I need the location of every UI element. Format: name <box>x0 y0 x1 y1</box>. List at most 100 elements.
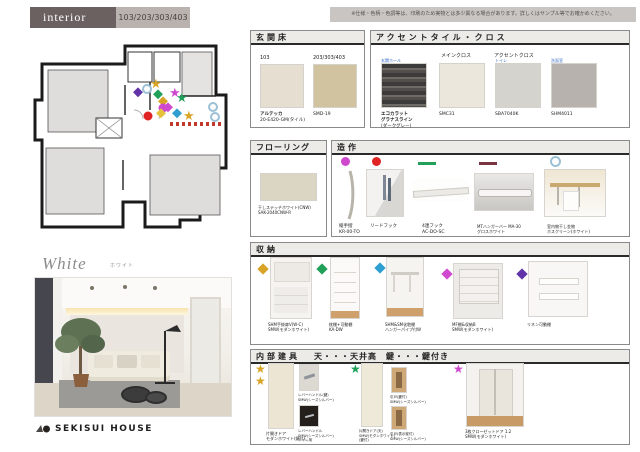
floor-lamp <box>154 325 181 385</box>
doors-item4-b2: SMW(シーズシルバー) <box>390 436 426 441</box>
storage-marker-diamond-green <box>316 263 328 275</box>
storage-item2-name: 枕棚+可動棚 <box>329 322 353 327</box>
section-doors: 内部建具 天・・・天井高 鍵・・・鍵付き ★ ★ 片開きドア モダンホワイト(鍵付… <box>250 349 630 445</box>
photo-door <box>189 297 222 387</box>
interior-spec-sheet: interior 103/203/303/403 ※仕様・色柄・色調等は、印刷の… <box>0 0 640 452</box>
doors-item2-b3: トイレ用 <box>298 438 312 443</box>
marker-star-gold-1: ★ <box>150 77 162 92</box>
zosaku-item3-code: AC-DO-SC <box>422 230 445 236</box>
small-door-image-2 <box>391 406 407 430</box>
doors-item2-a2: SMW(シーズシルバー) <box>298 397 334 402</box>
section-zosaku: 造作 縦手摺 KR-00-TO リードフック 4連フック AC-DO-SC MT… <box>331 140 630 237</box>
doors-marker-star-green: ★ <box>350 362 361 376</box>
closet-doors-image <box>466 363 524 427</box>
accent-cloth-swatch-2 <box>551 63 597 108</box>
marker-circle-red <box>143 111 153 121</box>
section-doors-title: 内部建具 <box>256 352 300 361</box>
zosaku-item1-name: 縦手摺 <box>339 224 353 229</box>
storage-item3-option: ハンガーパイプ付W <box>385 327 421 333</box>
zosaku-item1-code: KR-00-TO <box>339 230 360 236</box>
downlight-3 <box>152 286 157 291</box>
marker-star-green: ★ <box>176 91 188 106</box>
storage-item2-code: KA-DW <box>329 327 343 333</box>
small-door-image-1 <box>391 367 407 393</box>
zosaku-marker-ring-blue <box>550 156 561 167</box>
marker-ring-blue-3 <box>210 112 220 122</box>
zosaku-item2-name: リードフック <box>370 224 397 229</box>
storage-marker-diamond-magenta <box>441 268 453 280</box>
storage-item5-name: リネン可動棚 <box>527 322 551 327</box>
marker-star-gold-2: ★ <box>183 109 195 124</box>
storage-marker-diamond-blue <box>374 262 386 274</box>
section-zosaku-title: 造作 <box>332 141 629 155</box>
room-bedroom-2 <box>45 147 105 215</box>
entrance-item2-code: SMD-19 <box>313 112 331 117</box>
accent-item1-name2: グラナスライン <box>381 118 413 124</box>
unit-numbers: 103/203/303/403 <box>116 7 190 28</box>
grab-bar-image <box>347 170 355 220</box>
accent-item2-category: メインクロス <box>441 53 472 59</box>
doors-item2-a1: レバーハンドル(鍵) <box>298 393 329 397</box>
doors-item3-lock: (鍵付) <box>359 438 369 443</box>
doors-marker-star-gold-2: ★ <box>255 374 266 388</box>
section-storage: 収納 SHM手掛扉V(W-C) SMW(モダンホワイト) 枕棚+可動棚 KA-D… <box>250 242 630 345</box>
section-accent-cloth: アクセントタイル・クロス 玄関ホール メインクロス アクセントクロス トイレ 洗… <box>370 30 630 130</box>
accent-cloth-swatch <box>495 63 541 108</box>
room-bath <box>127 51 153 83</box>
doors-item4-b1: 引戸(表示錠付) <box>390 432 414 436</box>
storage-marker-diamond-gold <box>257 263 269 275</box>
zosaku-marker-line-maroon <box>479 162 497 165</box>
room-living <box>181 51 213 97</box>
section-entrance-floor-title: 玄関床 <box>251 31 364 45</box>
entrance-tile-swatch-1 <box>260 64 304 108</box>
sekisui-logo-text: SEKISUI HOUSE <box>55 423 153 434</box>
plant <box>54 317 105 387</box>
ecocarat-swatch <box>381 63 427 108</box>
four-hook-bar-image <box>412 179 470 201</box>
lever-handle-dark-image <box>299 405 319 427</box>
zosaku-marker-circle-magenta <box>341 157 350 166</box>
section-doors-legend: 天・・・天井高 鍵・・・鍵付き <box>314 352 449 361</box>
room-dining <box>149 154 221 216</box>
doors-marker-star-magenta: ★ <box>453 362 464 376</box>
floor-plan: ★ ★ ★ ★ <box>30 40 240 240</box>
page-title: interior <box>30 7 116 28</box>
zosaku-item5-product: ホスクリーン(ホワイト) <box>547 229 590 235</box>
section-flooring: フローリング 干しステッチホワイト(CNW) SAK-2040CNW-R <box>250 140 327 237</box>
coffee-table-2 <box>144 391 167 405</box>
storage-photo-cabinet <box>453 263 503 319</box>
doors-item2-b1: レバーハンドル <box>298 429 323 433</box>
doors-item4-a2: SMW(シーズシルバー) <box>390 399 426 404</box>
doors-item4-a1: 引戸(鍵付) <box>390 395 407 399</box>
sekisui-logo-icon <box>36 425 50 433</box>
zosaku-item3-name: 4連フック <box>422 224 443 229</box>
accent-item2-code: SMC31 <box>439 112 455 117</box>
accent-item1-name1: エコカラット <box>381 112 408 117</box>
flooring-code: SAK-2040CNW-R <box>258 210 291 216</box>
doors-item5-color: SMW(モダンホワイト) <box>465 434 507 440</box>
door-image-2 <box>361 363 383 427</box>
entrance-item1-code: 20-E420-GM(タイル) <box>260 118 305 124</box>
main-cloth-swatch <box>439 63 485 108</box>
accent-item4-code: SHM4011 <box>551 112 573 117</box>
disclaimer-text: ※仕様・色柄・色調等は、印刷のため実物とは多少異なる場合があります。詳しくはサン… <box>330 7 636 22</box>
flooring-swatch <box>260 173 317 201</box>
storage-photo-walkin <box>386 257 424 317</box>
lever-handle-image <box>299 364 319 391</box>
living-room-photo <box>35 278 231 416</box>
storage-item4-color: SMW(モダンホワイト) <box>452 327 494 333</box>
doors-item3-name: 片開きドア(天) <box>359 429 383 433</box>
entrance-item2-unit: 203/303/403 <box>313 55 345 61</box>
door-image-1 <box>268 363 294 429</box>
doors-marker-star-gold-1: ★ <box>255 362 266 376</box>
accent-item1-name3: (ダークグレー) <box>381 124 412 130</box>
lead-hook-image <box>366 169 404 217</box>
zosaku-marker-circle-red <box>372 157 381 166</box>
doors-item2-b2: SMW(シーズシルバー) <box>298 433 334 438</box>
section-storage-title: 収納 <box>251 243 629 257</box>
sekisui-house-logo: SEKISUI HOUSE <box>35 423 153 434</box>
section-accent-cloth-title: アクセントタイル・クロス <box>371 31 629 45</box>
storage-marker-diamond-purple <box>516 268 528 280</box>
entrance-item1-name: アルテッカ <box>260 112 283 117</box>
storage-photo-closet <box>270 257 312 319</box>
